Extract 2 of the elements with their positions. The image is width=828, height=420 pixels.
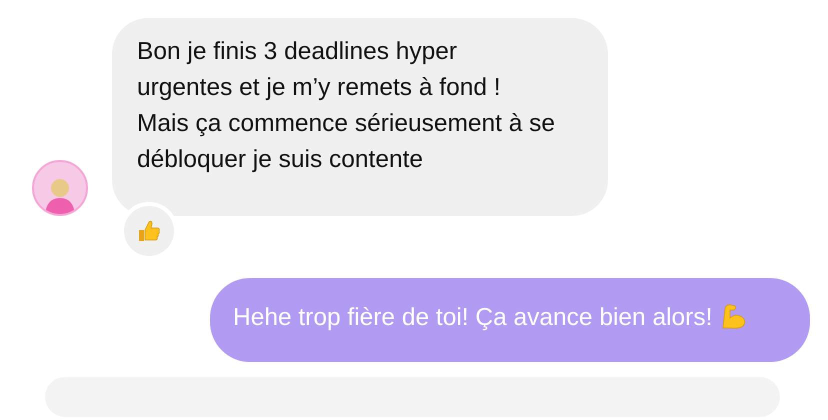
- message-bubble: Hehe trop fière de toi! Ça avance bien alors!: [210, 278, 810, 362]
- message-bubble: Bon je finis 3 deadlines hyper urgentes et je m’y remets à fond ! Mais ça commence sérieusement à se débloquer je suis contente: [112, 18, 608, 216]
